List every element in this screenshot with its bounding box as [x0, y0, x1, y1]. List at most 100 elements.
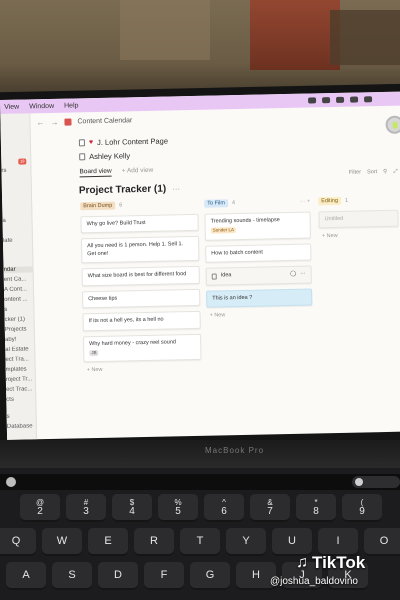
- card-more-icon[interactable]: ···: [300, 271, 306, 279]
- card-title: Why hard money - crazy reel sound: [89, 338, 176, 347]
- tag-chip: Sonder LA: [210, 227, 237, 235]
- menu-help[interactable]: Help: [64, 102, 79, 109]
- key-2[interactable]: @2: [20, 494, 60, 522]
- tiktok-logo-icon: ♫: [296, 554, 308, 571]
- sort-button[interactable]: Sort: [367, 169, 377, 176]
- column-count: 6: [119, 202, 123, 209]
- board-card[interactable]: All you need is 1 person. Help 1. Sell 1…: [80, 236, 200, 264]
- key-u[interactable]: U: [272, 528, 312, 556]
- sidebar-item[interactable]: cts: [6, 396, 36, 403]
- sidebar-item[interactable]: ect Trac...: [6, 386, 36, 393]
- filter-button[interactable]: Filter: [349, 169, 361, 176]
- forward-arrow-icon[interactable]: →: [50, 117, 58, 126]
- key-9[interactable]: (9: [342, 494, 382, 522]
- breadcrumb[interactable]: Content Calendar: [77, 117, 132, 125]
- key-o[interactable]: O: [364, 528, 400, 556]
- sidebar-item[interactable]: mplates: [6, 366, 36, 373]
- camera-button[interactable]: [385, 115, 400, 134]
- sidebar-item[interactable]: aby!: [5, 336, 35, 343]
- key-f[interactable]: F: [144, 562, 184, 590]
- key-y[interactable]: Y: [226, 528, 266, 556]
- card-title: This is an idea ?: [212, 294, 253, 302]
- page-title: Project Tracker (1): [78, 183, 167, 197]
- sidebar-item[interactable]: s: [7, 413, 37, 420]
- column-tag[interactable]: Editing: [318, 196, 342, 206]
- add-view-button[interactable]: + Add view: [122, 167, 154, 177]
- key-d[interactable]: D: [98, 562, 138, 590]
- status-icon[interactable]: [336, 96, 345, 103]
- touch-id[interactable]: [352, 476, 400, 488]
- column-tag[interactable]: Brain Dump: [80, 201, 116, 211]
- esc-key[interactable]: [6, 477, 16, 487]
- board-card[interactable]: Why go live? Build Trust: [80, 213, 199, 234]
- sidebar-item[interactable]: al Estate: [5, 346, 35, 352]
- sidebar-item[interactable]: roject Tr...: [6, 376, 36, 383]
- board-card[interactable]: If its not a hell yes, its a hell no: [82, 310, 201, 331]
- more-options-icon[interactable]: ···: [172, 184, 180, 193]
- sidebar-item[interactable]: ect Tra...: [5, 356, 35, 362]
- page-link-jlohr[interactable]: ♥ J. Lohr Content Page: [78, 136, 168, 147]
- tiktok-brand: TikTok: [312, 553, 366, 572]
- comment-icon[interactable]: ◯: [290, 271, 296, 279]
- key-7[interactable]: & 7: [250, 494, 290, 522]
- page-link-ashley[interactable]: Ashley Kelly: [79, 151, 130, 161]
- sidebar-item[interactable]: late: [3, 237, 33, 244]
- key-t[interactable]: T: [180, 528, 220, 556]
- sidebar-item[interactable]: a: [2, 217, 32, 224]
- sidebar-item[interactable]: ent Ca...: [4, 276, 34, 282]
- key-r[interactable]: R: [134, 528, 174, 556]
- key-8[interactable]: * 8: [296, 494, 336, 522]
- expand-icon[interactable]: ⤢: [393, 169, 398, 176]
- key-g[interactable]: G: [190, 562, 230, 590]
- sidebar-item[interactable]: Database: [7, 423, 37, 430]
- sidebar-item-calendar[interactable]: ndar: [3, 266, 34, 273]
- board-card-editing[interactable]: This is an idea ?: [206, 288, 313, 308]
- key-q[interactable]: Q: [0, 528, 36, 556]
- key-5[interactable]: % 5: [158, 494, 198, 522]
- column-editing: Editing 1 Untitled + New: [318, 195, 399, 240]
- status-icon[interactable]: [364, 96, 373, 103]
- key-w[interactable]: W: [42, 528, 82, 556]
- key-3[interactable]: #3: [66, 494, 106, 522]
- sidebar-item[interactable]: s: [4, 306, 34, 313]
- board-card[interactable]: Trending sounds - timelapse Sonder LA: [204, 211, 311, 241]
- sidebar-item[interactable]: ontent ...: [4, 296, 34, 302]
- key-s[interactable]: S: [52, 562, 92, 590]
- sidebar-item[interactable]: Projects: [5, 326, 35, 332]
- key-i[interactable]: I: [318, 528, 358, 556]
- board-tools: Filter Sort ⚲ ⤢: [349, 169, 398, 177]
- sidebar-item[interactable]: cker (1): [5, 316, 35, 323]
- board-card[interactable]: Why hard money - crazy reel sound JB: [82, 333, 202, 363]
- column-actions-icon[interactable]: ··· +: [300, 199, 310, 205]
- card-title: Trending sounds - timelapse: [210, 217, 280, 225]
- column-tag[interactable]: To Film: [204, 199, 229, 208]
- back-arrow-icon[interactable]: ←: [36, 118, 44, 127]
- new-card-button[interactable]: + New: [207, 311, 313, 319]
- board-card[interactable]: Untitled: [318, 209, 399, 229]
- laptop-brand: MacBook Pro: [205, 446, 265, 455]
- key-6[interactable]: ^ 6: [204, 494, 244, 522]
- board-card[interactable]: How to batch content: [205, 243, 312, 263]
- menu-window[interactable]: Window: [29, 102, 54, 110]
- status-icon[interactable]: [350, 96, 359, 103]
- board-card[interactable]: Cheese tips: [82, 288, 201, 309]
- board-card-idea[interactable]: Idea ◯ ···: [205, 265, 312, 286]
- status-icon[interactable]: [308, 97, 317, 104]
- menu-view[interactable]: View: [4, 103, 19, 110]
- status-icon[interactable]: [322, 97, 331, 104]
- heart-icon: ♥: [88, 139, 94, 147]
- board-card[interactable]: What size board is best for different fo…: [81, 266, 200, 287]
- tab-board-view[interactable]: Board view: [79, 167, 112, 178]
- key-e[interactable]: E: [88, 528, 128, 556]
- sidebar-item[interactable]: A Cont...: [4, 286, 34, 292]
- card-title: Untitled: [324, 215, 344, 223]
- sidebar-item[interactable]: rs: [1, 167, 31, 174]
- card-title: Why go live? Build Trust: [86, 219, 146, 228]
- new-card-button[interactable]: + New: [319, 232, 399, 240]
- key-4[interactable]: $4: [112, 494, 152, 522]
- background-box: [250, 0, 340, 70]
- new-card-button[interactable]: + New: [84, 365, 202, 373]
- search-icon[interactable]: ⚲: [383, 169, 387, 176]
- key-a[interactable]: A: [6, 562, 46, 590]
- person-chip: JB: [89, 349, 99, 357]
